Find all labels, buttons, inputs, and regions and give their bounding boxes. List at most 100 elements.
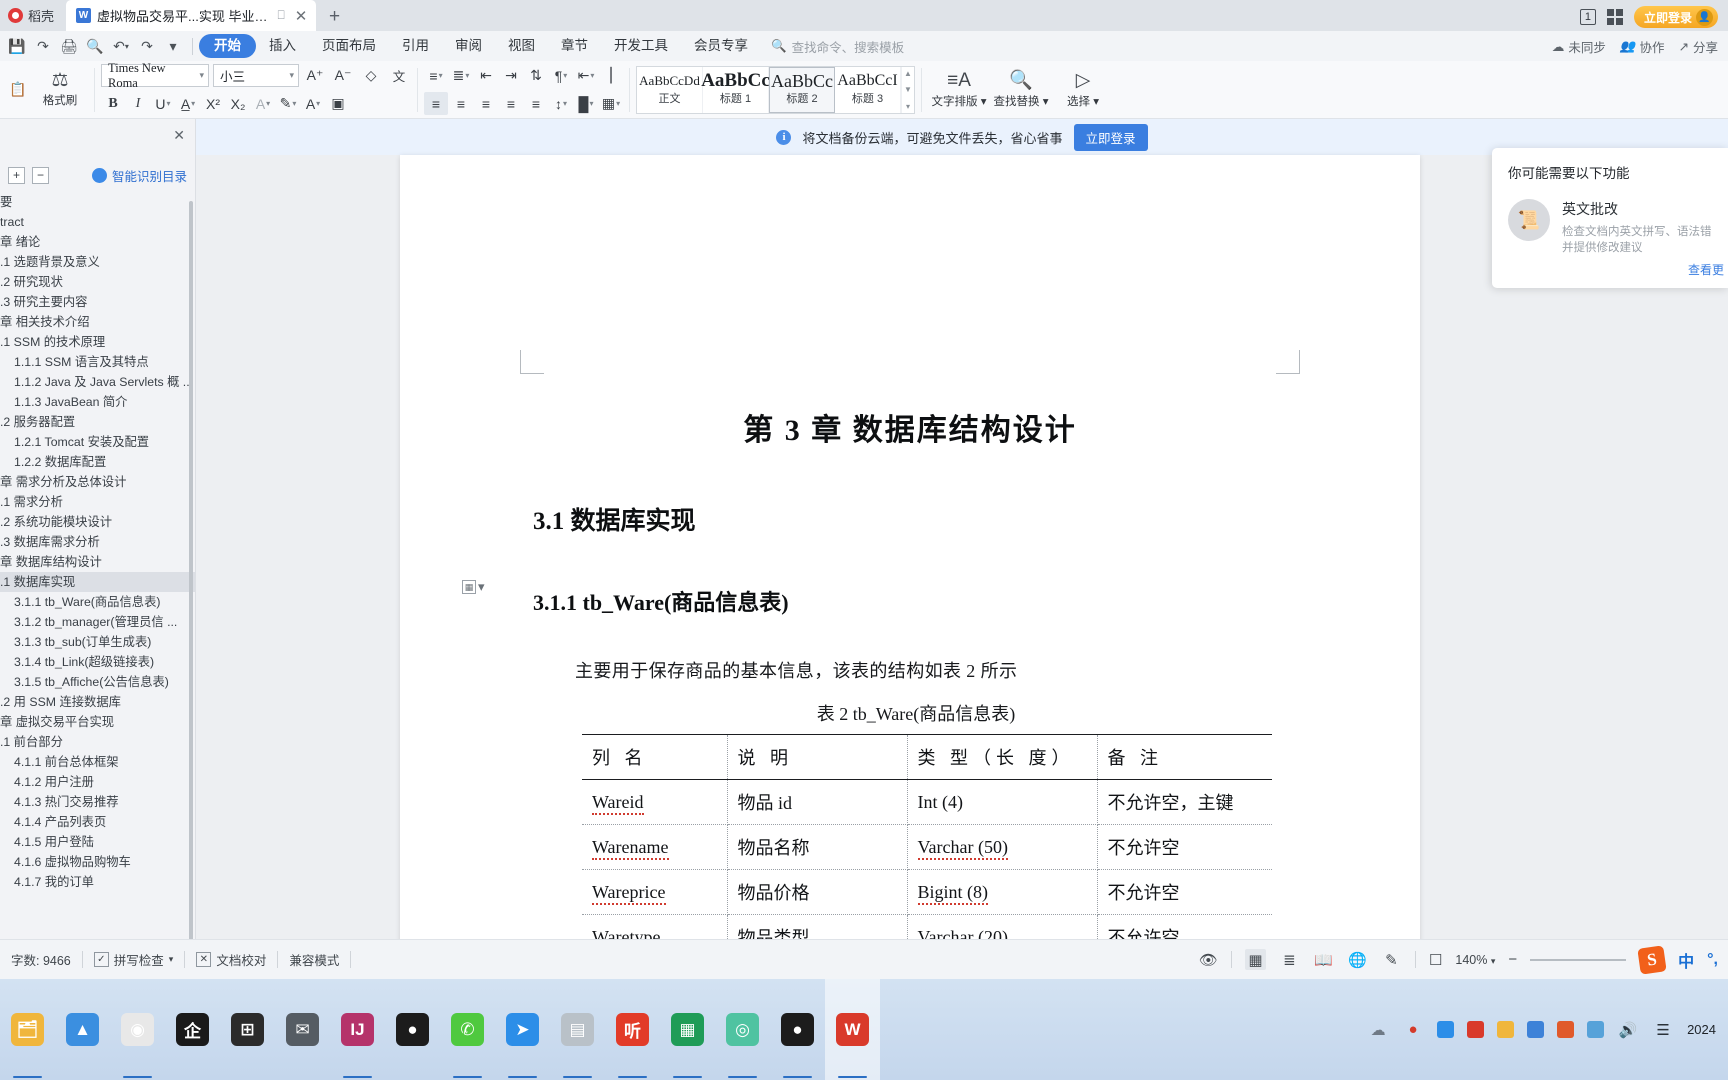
menu-tab-home[interactable]: 开始 xyxy=(199,34,256,58)
nav-outline-item[interactable]: .2 研究现状 xyxy=(0,272,195,292)
collapse-all-button[interactable]: − xyxy=(32,166,49,184)
taskbar-app-foxmail-bird[interactable]: ▲ xyxy=(55,979,110,1080)
table-row[interactable]: Wareid 物品 id Int (4) 不允许空，主键 xyxy=(582,779,1272,825)
apps-grid-icon[interactable] xyxy=(1606,9,1623,25)
font-family-select[interactable]: Times New Roma ▾ xyxy=(101,61,209,90)
styles-expand-icon[interactable]: ▾ xyxy=(906,102,910,111)
nav-outline-item[interactable]: .1 SSM 的技术原理 xyxy=(0,332,195,352)
read-view-icon[interactable]: 📖 xyxy=(1313,949,1334,970)
superscript-icon[interactable]: X² xyxy=(201,92,225,115)
increase-font-size-icon[interactable]: A⁺ xyxy=(303,64,327,87)
taskbar-app-notepad[interactable]: ▤ xyxy=(550,979,605,1080)
nav-outline-item[interactable]: .2 服务器配置 xyxy=(0,412,195,432)
document-proofread[interactable]: ✕ 文档校对 xyxy=(185,948,277,971)
taskbar-app-mail[interactable]: ✉ xyxy=(275,979,330,1080)
menu-tab-references[interactable]: 引用 xyxy=(389,34,442,58)
security-tray-icon[interactable] xyxy=(1527,1021,1545,1038)
table-row[interactable]: Warename 物品名称 Varchar (50) 不允许空 xyxy=(582,824,1272,870)
nav-outline-item[interactable]: .1 选题背景及意义 xyxy=(0,252,195,272)
increase-indent-icon[interactable]: ⇥ xyxy=(499,64,523,87)
nav-outline-item[interactable]: .1 数据库实现 xyxy=(0,572,195,592)
line-spacing-grid-icon[interactable]: ⇤ ▾ xyxy=(574,64,598,87)
shading-icon[interactable]: █ ▾ xyxy=(574,92,598,115)
close-icon[interactable]: ✕ xyxy=(173,127,185,144)
fit-page-icon[interactable]: ☐ xyxy=(1429,951,1442,969)
nav-outline-item[interactable]: .2 用 SSM 连接数据库 xyxy=(0,692,195,712)
align-left-icon[interactable]: ≡ xyxy=(424,92,448,115)
table-row[interactable]: Wareprice 物品价格 Bigint (8) 不允许空 xyxy=(582,869,1272,915)
page-view-icon[interactable]: ▦ xyxy=(1244,949,1266,970)
nav-outline-item[interactable]: 4.1.7 我的订单 xyxy=(0,872,195,892)
nav-outline-item[interactable]: 章 需求分析及总体设计 xyxy=(0,472,195,492)
zoom-slider[interactable] xyxy=(1530,958,1627,961)
font-size-select[interactable]: 小三 ▾ xyxy=(213,64,299,87)
dingtalk-tray-icon[interactable] xyxy=(1437,1021,1455,1038)
align-center-icon[interactable]: ≡ xyxy=(449,92,473,115)
nav-outline-item[interactable]: 章 绪论 xyxy=(0,232,195,252)
find-replace-button[interactable]: 🔍 查找替换 ▾ xyxy=(990,70,1052,109)
sogou-ime-icon[interactable]: S xyxy=(1637,944,1667,975)
nav-outline-item[interactable]: 章 数据库结构设计 xyxy=(0,552,195,572)
nav-outline-item[interactable]: 要 xyxy=(0,192,195,212)
borders-icon[interactable]: ▦ ▾ xyxy=(599,92,623,115)
wps-tray-icon[interactable] xyxy=(1467,1021,1485,1038)
zoom-level[interactable]: 140% ▾ xyxy=(1455,953,1495,967)
styles-scroll-controls[interactable]: ▲ ▼ ▾ xyxy=(901,66,914,113)
nav-outline-item[interactable]: 1.1.1 SSM 语言及其特点 xyxy=(0,352,195,372)
page-count-badge[interactable]: 1 xyxy=(1579,9,1596,25)
font-color-icon[interactable]: A ▾ xyxy=(301,92,325,115)
show-marks-icon[interactable]: ¶ ▾ xyxy=(549,64,573,87)
taskbar-app-recorder[interactable]: ● xyxy=(385,979,440,1080)
numbered-list-icon[interactable]: ≣ ▾ xyxy=(449,64,473,87)
nav-outline-item[interactable]: .1 需求分析 xyxy=(0,492,195,512)
collaborate-button[interactable]: 👥 协作 xyxy=(1620,37,1665,56)
ruler-icon[interactable]: ⎮ xyxy=(599,64,623,87)
document-data-table[interactable]: 列 名说 明类 型（长 度）备 注 Wareid 物品 id Int (4) 不允许空，… xyxy=(582,734,1272,939)
nav-outline-item[interactable]: 3.1.2 tb_manager(管理员信 ... xyxy=(0,612,195,632)
command-search[interactable]: 🔍 查找命令、搜索模板 xyxy=(771,37,904,56)
tip-login-button[interactable]: 立即登录 xyxy=(1073,123,1148,151)
paste-icon[interactable]: 📋 xyxy=(6,78,30,101)
highlight-color-icon[interactable]: ✎ ▾ xyxy=(276,92,300,115)
decrease-font-size-icon[interactable]: A⁻ xyxy=(331,64,355,87)
select-button[interactable]: ▷ 选择 ▾ xyxy=(1052,70,1114,109)
taskbar-app-wechat[interactable]: ✆ xyxy=(440,979,495,1080)
popup-more-link[interactable]: 查看更 xyxy=(1688,261,1724,278)
style-heading-1[interactable]: AaBbCc 标题 1 xyxy=(701,66,770,113)
table-row[interactable]: Waretype 物品类型 Varchar (20) 不允许空 xyxy=(582,914,1272,939)
taskbar-app-chrome[interactable]: ◉ xyxy=(110,979,165,1080)
style-heading-2[interactable]: AaBbCc 标题 2 xyxy=(769,66,835,113)
nav-outline-item[interactable]: 1.1.3 JavaBean 简介 xyxy=(0,392,195,412)
print-icon[interactable]: 🖨 xyxy=(56,34,82,58)
clear-format-icon[interactable]: ◇ xyxy=(359,64,383,87)
nav-outline-item[interactable]: 1.2.1 Tomcat 安装及配置 xyxy=(0,432,195,452)
zoom-out-icon[interactable]: − xyxy=(1508,951,1517,968)
decrease-indent-icon[interactable]: ⇤ xyxy=(474,64,498,87)
close-icon[interactable]: ✕ xyxy=(294,7,308,25)
present-icon[interactable]: ⎕ xyxy=(274,8,288,23)
document-page[interactable]: 第 3 章 数据库结构设计 ▦ ▾ 3.1 数据库实现 3.1.1 tb_Ware… xyxy=(400,155,1420,939)
nav-outline-item[interactable]: 4.1.1 前台总体框架 xyxy=(0,752,195,772)
navigation-scrollbar[interactable] xyxy=(189,201,193,939)
taskbar-clock[interactable]: 2024 xyxy=(1687,1022,1716,1038)
nav-outline-item[interactable]: 4.1.2 用户注册 xyxy=(0,772,195,792)
smart-toc-button[interactable]: 智能识别目录 xyxy=(91,166,187,185)
taskbar-app-recorder-2[interactable]: ● xyxy=(770,979,825,1080)
taskbar-app-kugou-music[interactable]: 听 xyxy=(605,979,660,1080)
share-button[interactable]: ↗ 分享 xyxy=(1679,37,1719,56)
nav-outline-item[interactable]: 4.1.6 虚拟物品购物车 xyxy=(0,852,195,872)
print-preview-icon[interactable]: 🔍 xyxy=(82,34,108,58)
compatibility-mode[interactable]: 兼容模式 xyxy=(278,948,350,971)
nav-outline-item[interactable]: 3.1.4 tb_Link(超级链接表) xyxy=(0,652,195,672)
record-tray-icon[interactable]: ● xyxy=(1402,1019,1424,1041)
network-tray-icon[interactable] xyxy=(1587,1021,1605,1038)
save-icon[interactable]: 💾 xyxy=(4,34,30,58)
ime-language-label[interactable]: 中 xyxy=(1678,948,1694,972)
line-spacing-icon[interactable]: ↕ ▾ xyxy=(549,92,573,115)
taskbar-app-qq-penguin[interactable]: 企 xyxy=(165,979,220,1080)
menu-tab-view[interactable]: 视图 xyxy=(495,34,548,58)
outline-view-icon[interactable]: ≣ xyxy=(1279,949,1300,970)
nav-outline-item[interactable]: 3.1.3 tb_sub(订单生成表) xyxy=(0,632,195,652)
antivirus-tray-icon[interactable] xyxy=(1557,1021,1575,1038)
taskbar-app-dingtalk[interactable]: ➤ xyxy=(495,979,550,1080)
